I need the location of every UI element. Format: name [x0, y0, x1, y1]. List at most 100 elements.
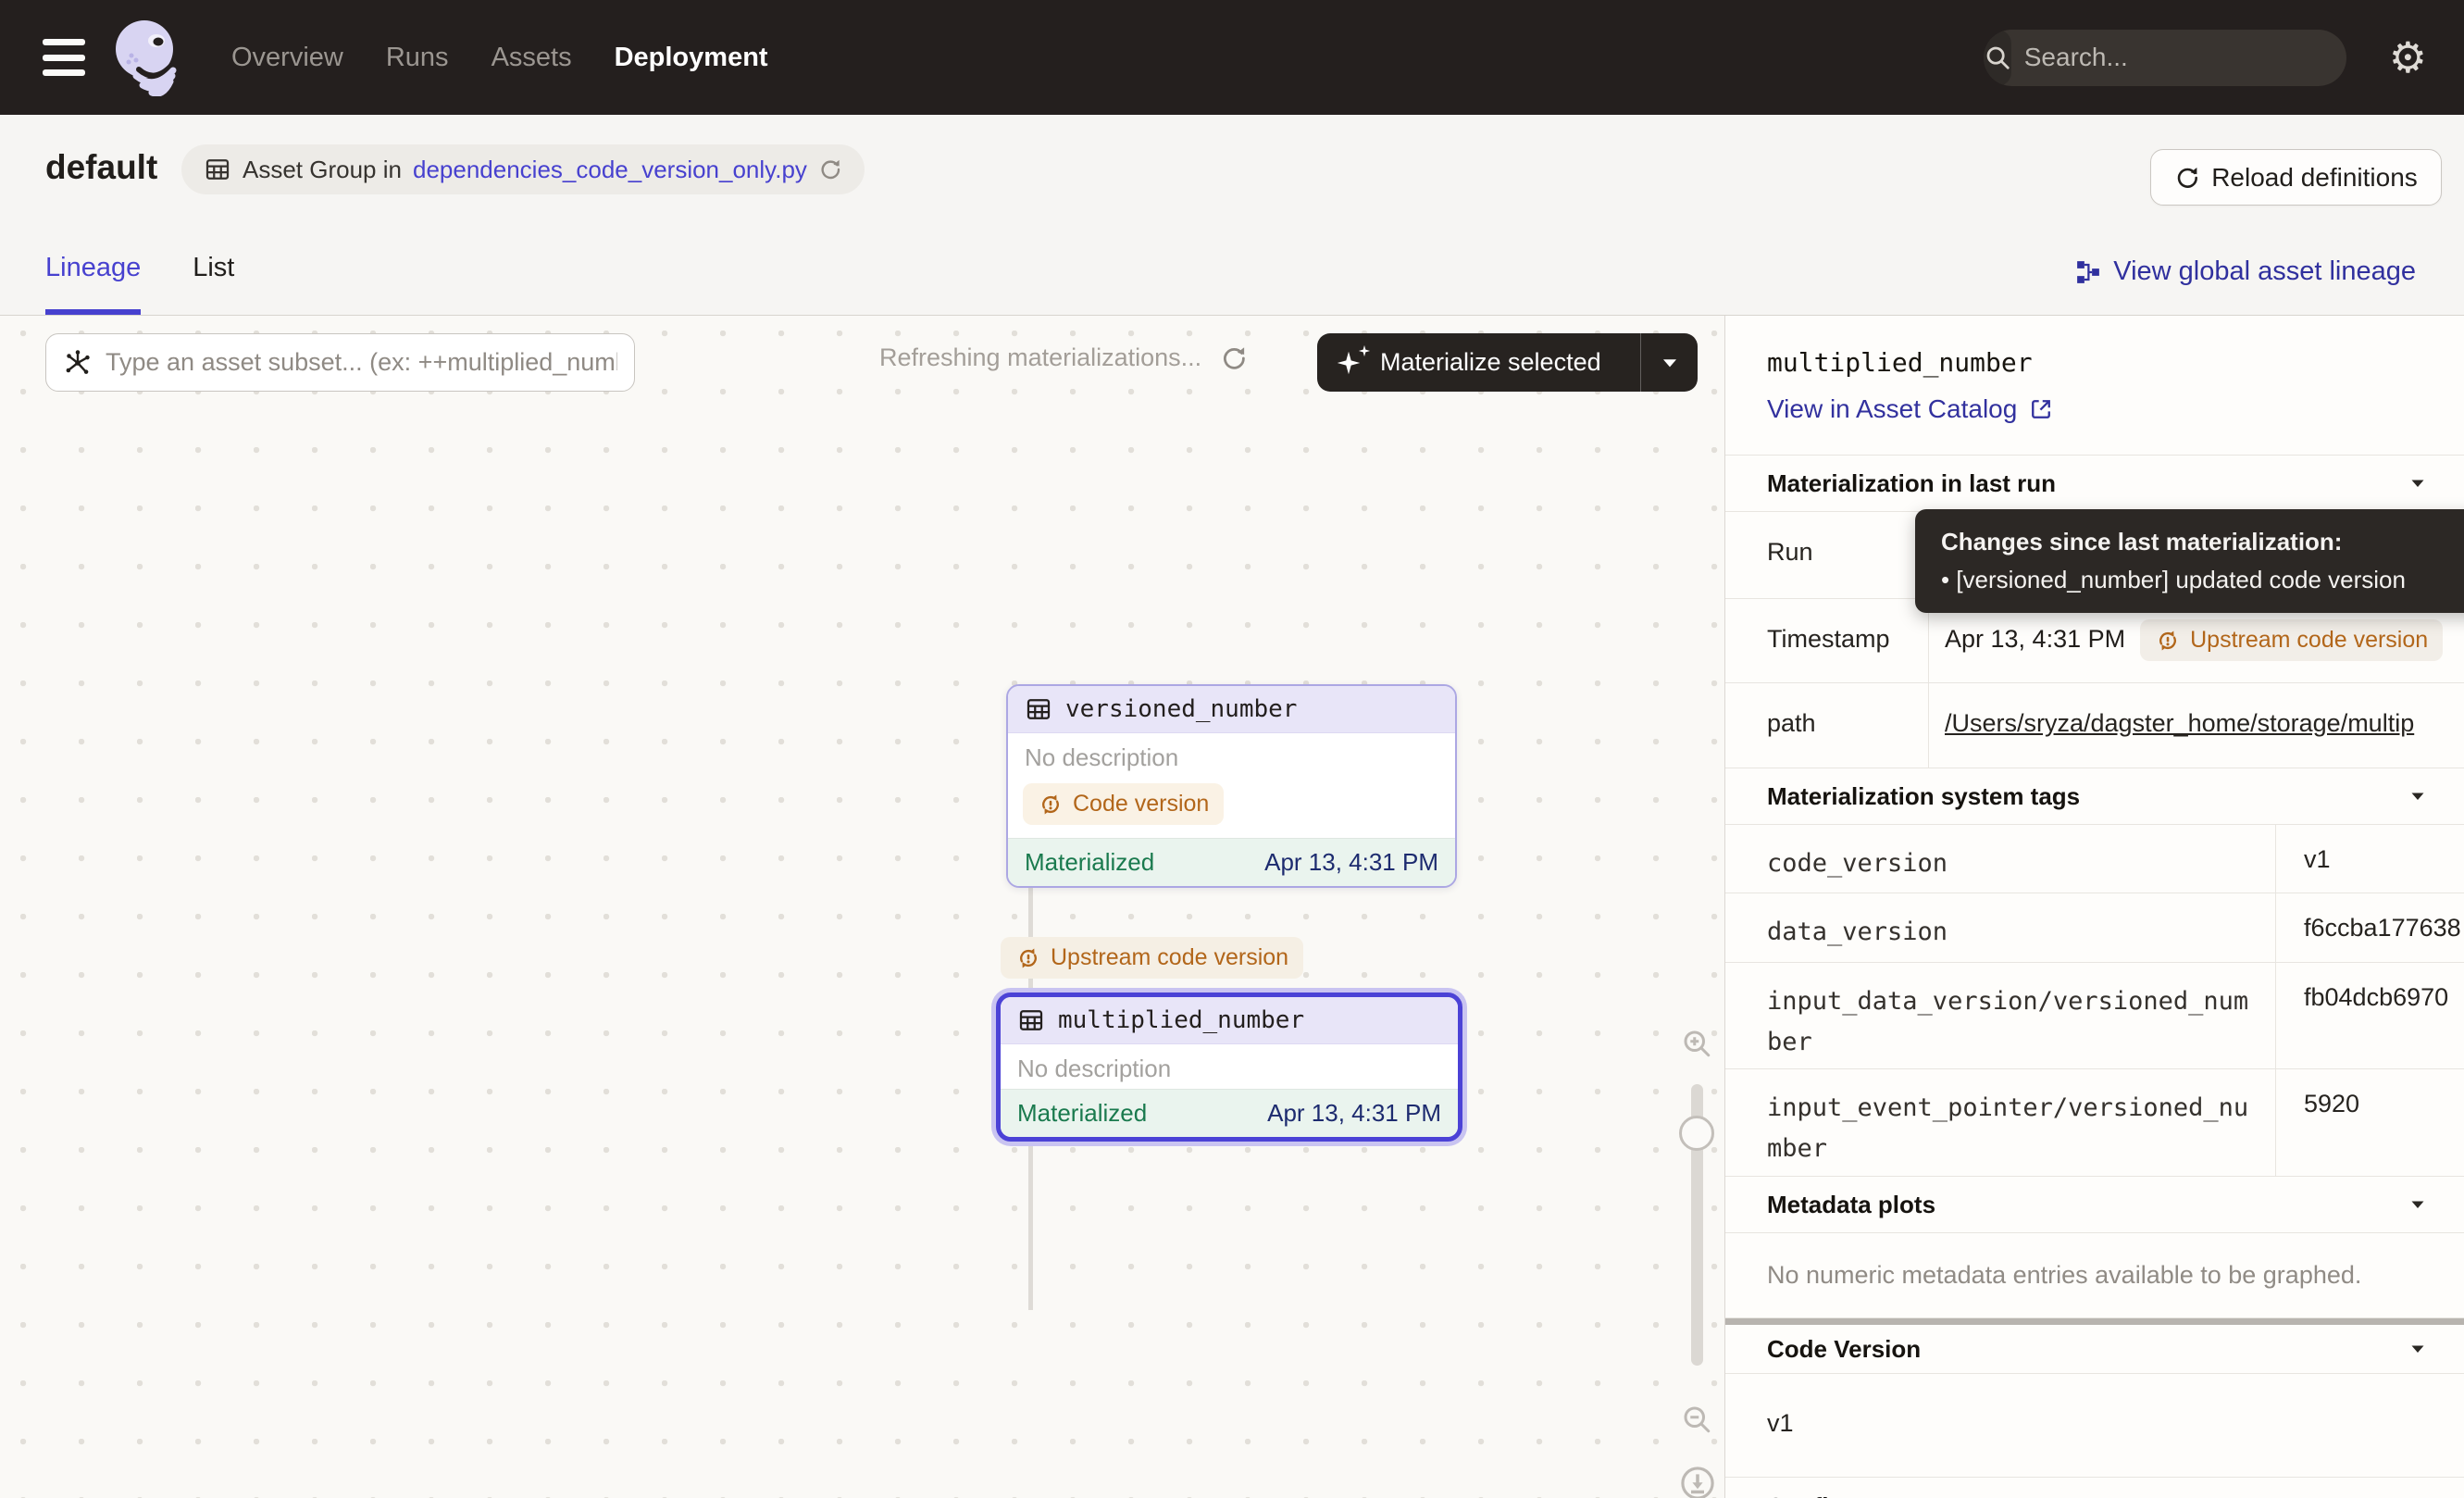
tag-key: input_event_pointer/versioned_number [1725, 1069, 2276, 1176]
external-link-icon [2028, 396, 2054, 422]
tag-key: code_version [1725, 825, 2276, 893]
selected-asset-name: multiplied_number [1767, 347, 2464, 378]
menu-icon[interactable] [43, 39, 85, 76]
section-title: Code Version [1767, 1335, 1921, 1364]
materialize-main[interactable]: Materialize selected [1317, 346, 1640, 380]
zoom-in-icon[interactable] [1680, 1027, 1713, 1060]
tag-value: f6ccba177638 [2276, 893, 2464, 962]
tag-value: fb04dcb6970 [2276, 963, 2464, 1068]
panel-header: multiplied_number View in Asset Catalog [1725, 316, 2464, 456]
upstream-code-version-chip[interactable]: Upstream code version [1001, 937, 1303, 979]
tab-list[interactable]: List [193, 253, 234, 315]
view-global-asset-lineage-link[interactable]: View global asset lineage [2074, 256, 2416, 287]
download-view-icon[interactable] [1678, 1464, 1717, 1498]
asset-name: versioned_number [1065, 695, 1297, 723]
tag-value: v1 [2276, 825, 2464, 893]
zoom-out-icon[interactable] [1680, 1403, 1713, 1436]
search-input[interactable] [2011, 43, 2346, 72]
asset-status-bar: Materialized Apr 13, 4:31 PM [1008, 838, 1455, 886]
row-label: Run [1725, 512, 1929, 598]
refresh-icon [2174, 165, 2200, 191]
reload-definitions-button[interactable]: Reload definitions [2150, 149, 2442, 206]
refresh-icon[interactable] [1220, 344, 1248, 372]
materialized-timestamp[interactable]: Apr 13, 4:31 PM [1267, 1099, 1441, 1128]
lineage-graph-icon [2074, 258, 2102, 286]
code-version-value: v1 [1725, 1374, 2464, 1478]
panel-splitter[interactable] [1725, 1318, 2464, 1325]
asset-node-header[interactable]: versioned_number [1008, 686, 1455, 733]
tag-key: input_data_version/versioned_number [1725, 963, 2276, 1068]
section-system-tags[interactable]: Materialization system tags [1725, 768, 2464, 825]
tag-key: data_version [1725, 893, 2276, 962]
search-box[interactable]: / [1984, 30, 2346, 86]
caret-down-icon [2407, 472, 2429, 494]
tag-value: 5920 [2276, 1069, 2464, 1176]
code-version-chip[interactable]: Code version [1023, 783, 1224, 825]
tab-lineage[interactable]: Lineage [45, 253, 141, 315]
asset-badges: Code version [1008, 778, 1455, 838]
asset-subset-filter[interactable] [45, 333, 635, 392]
caret-down-icon [1658, 351, 1682, 375]
section-code-version[interactable]: Code Version [1725, 1325, 2464, 1374]
system-tag-row: input_data_version/versioned_number fb04… [1725, 963, 2464, 1069]
asset-description: No description [1001, 1044, 1458, 1089]
refreshing-text: Refreshing materializations... [879, 343, 1201, 372]
dagster-logo-icon[interactable] [111, 19, 183, 96]
asset-details-panel: multiplied_number View in Asset Catalog … [1724, 316, 2464, 1498]
upstream-chip-label: Upstream code version [2190, 627, 2428, 654]
page-title: default [45, 148, 157, 187]
row-label: path [1725, 683, 1929, 768]
sync-problem-icon [2155, 628, 2181, 654]
refreshing-status: Refreshing materializations... [879, 343, 1248, 372]
metadata-plots-empty-message: No numeric metadata entries available to… [1725, 1233, 2464, 1318]
tooltip-title: Changes since last materialization: [1941, 528, 2464, 556]
sync-problem-icon [1015, 945, 1041, 971]
system-tag-row: code_version v1 [1725, 825, 2464, 893]
nav-item-runs[interactable]: Runs [379, 33, 456, 82]
view-tabs: Lineage List [45, 253, 234, 315]
section-config[interactable]: Config [1725, 1478, 2464, 1498]
section-title: Materialization in last run [1767, 469, 2056, 498]
refresh-icon[interactable] [818, 157, 842, 181]
nav-items: Overview Runs Assets Deployment [224, 33, 776, 82]
op-selector-icon [63, 348, 93, 378]
section-materialization-last-run[interactable]: Materialization in last run [1725, 456, 2464, 512]
materialize-selected-button[interactable]: Materialize selected [1317, 333, 1698, 392]
reload-definitions-label: Reload definitions [2211, 163, 2418, 193]
nav-item-overview[interactable]: Overview [224, 33, 351, 82]
catalog-link-label: View in Asset Catalog [1767, 394, 2017, 424]
asset-group-prefix: Asset Group in [243, 156, 402, 184]
section-title: Metadata plots [1767, 1191, 1935, 1219]
view-in-asset-catalog-link[interactable]: View in Asset Catalog [1767, 394, 2054, 424]
asset-group-badge: Asset Group in dependencies_code_version… [181, 144, 865, 194]
asset-node-multiplied-number[interactable]: multiplied_number No description Materia… [996, 992, 1462, 1142]
zoom-slider-handle[interactable] [1679, 1116, 1714, 1151]
caret-down-icon [2407, 1338, 2429, 1360]
app-screen: Overview Runs Assets Deployment / ⚙ defa… [0, 0, 2464, 1498]
search-icon [1984, 30, 2011, 86]
caret-down-icon [2407, 1193, 2429, 1216]
materialize-dropdown-button[interactable] [1640, 333, 1698, 392]
table-icon [1017, 1006, 1045, 1034]
asset-node-versioned-number[interactable]: versioned_number No description Code ver… [1006, 684, 1457, 888]
path-link[interactable]: /Users/sryza/dagster_home/storage/multip [1945, 709, 2414, 738]
settings-gear-icon[interactable]: ⚙ [2389, 36, 2427, 79]
asset-status-bar: Materialized Apr 13, 4:31 PM [1001, 1089, 1458, 1137]
section-metadata-plots[interactable]: Metadata plots [1725, 1177, 2464, 1233]
asset-description: No description [1008, 733, 1455, 778]
zoom-slider[interactable] [1691, 1084, 1703, 1366]
asset-node-header[interactable]: multiplied_number [1001, 997, 1458, 1044]
system-tag-row: input_event_pointer/versioned_number 592… [1725, 1069, 2464, 1177]
path-row: path /Users/sryza/dagster_home/storage/m… [1725, 683, 2464, 768]
asset-subset-input[interactable] [106, 348, 617, 377]
upstream-code-version-chip[interactable]: Upstream code version [2140, 619, 2443, 661]
section-title: Materialization system tags [1767, 782, 2080, 811]
row-label: Timestamp [1725, 599, 1929, 682]
lineage-canvas[interactable]: Refreshing materializations... Materiali… [0, 316, 1724, 1498]
sync-problem-icon [1038, 792, 1064, 818]
nav-item-assets[interactable]: Assets [484, 33, 579, 82]
tooltip-bullet-item: [versioned_number] updated code version [1941, 566, 2464, 594]
nav-item-deployment[interactable]: Deployment [607, 33, 776, 82]
materialized-timestamp[interactable]: Apr 13, 4:31 PM [1264, 848, 1438, 877]
asset-group-file-link[interactable]: dependencies_code_version_only.py [413, 156, 807, 184]
